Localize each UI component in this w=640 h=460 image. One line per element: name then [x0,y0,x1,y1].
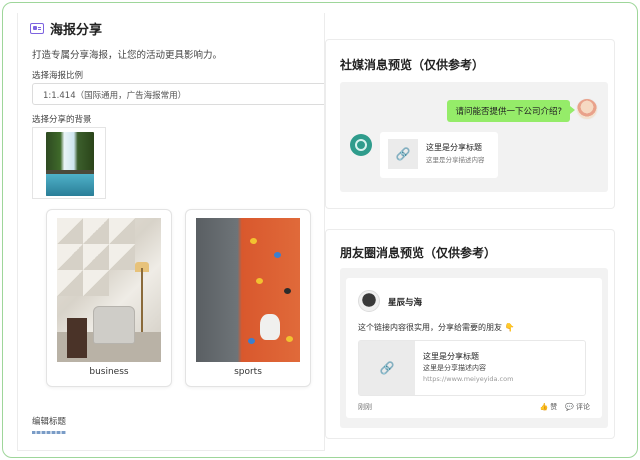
like-icon: 👍 [539,403,549,411]
moment-post: 星辰与海 这个链接内容很实用，分享给需要的朋友 👇 🔗 这里是分享标题 这里是分… [346,278,602,418]
background-option-business[interactable]: business [46,209,172,387]
waterfall-image [46,132,94,196]
background-option-sports[interactable]: sports [185,209,311,387]
business-caption: business [89,367,129,377]
post-link-url: https://www.meiyeyida.com [423,375,514,383]
moments-preview-panel: 朋友圈消息预览（仅供参考） 星辰与海 这个链接内容很实用，分享给需要的朋友 👇 … [325,229,615,439]
shared-link-card: 🔗 这里是分享标题 这里是分享描述内容 [380,132,498,178]
link-thumb: 🔗 [388,139,418,169]
link-icon: 🔗 [395,147,411,161]
post-actions: 👍 赞 💬 评论 [540,402,590,412]
background-upload-thumb[interactable] [32,127,106,199]
edit-title-input[interactable] [32,431,66,434]
poster-icon [30,23,44,34]
social-preview-title: 社媒消息预览（仅供参考） [340,58,485,72]
like-label: 赞 [550,403,558,411]
link-icon: 🔗 [379,361,395,375]
ratio-label: 选择海报比例 [32,71,84,81]
post-avatar [358,290,380,312]
post-link-description: 这里是分享描述内容 [423,364,486,372]
moments-preview-title: 朋友圈消息预览（仅供参考） [340,246,497,260]
page-subtitle: 打造专属分享海报，让您的活动更具影响力。 [32,50,223,61]
sports-caption: sports [234,367,262,377]
poster-settings-panel: 海报分享 打造专属分享海报，让您的活动更具影响力。 选择海报比例 1:1.414… [17,13,325,451]
page-header: 海报分享 [30,19,102,38]
post-text: 这个链接内容很实用，分享给需要的朋友 👇 [358,323,515,332]
comment-action: 💬 评论 [565,402,590,412]
ratio-select[interactable]: 1:1.414（国际通用，广告海报常用） [32,83,324,105]
social-preview-panel: 社媒消息预览（仅供参考） 请问能否提供一下公司介绍? 🔗 这里是分享标题 这里是… [325,39,615,209]
chat-preview: 请问能否提供一下公司介绍? 🔗 这里是分享标题 这里是分享描述内容 [340,82,608,192]
post-link-card: 🔗 这里是分享标题 这里是分享描述内容 https://www.meiyeyid… [358,340,586,396]
business-image [57,218,161,362]
post-link-thumb: 🔗 [359,341,415,395]
page-title: 海报分享 [50,23,103,38]
like-action: 👍 赞 [540,402,558,412]
comment-label: 评论 [576,403,590,411]
user-avatar [576,98,598,120]
comment-icon: 💬 [565,403,574,411]
chat-bubble: 请问能否提供一下公司介绍? [447,100,575,122]
link-title: 这里是分享标题 [426,143,482,152]
background-label: 选择分享的背景 [32,115,92,125]
bot-avatar [350,134,372,156]
link-description: 这里是分享描述内容 [426,156,485,164]
edit-title-label: 编辑标题 [32,417,67,427]
sports-image [196,218,300,362]
post-user-name: 星辰与海 [388,298,423,308]
app-frame: 海报分享 打造专属分享海报，让您的活动更具影响力。 选择海报比例 1:1.414… [2,2,638,458]
post-time: 刚刚 [358,403,372,411]
moments-preview: 星辰与海 这个链接内容很实用，分享给需要的朋友 👇 🔗 这里是分享标题 这里是分… [340,268,608,428]
post-link-title: 这里是分享标题 [423,352,479,361]
